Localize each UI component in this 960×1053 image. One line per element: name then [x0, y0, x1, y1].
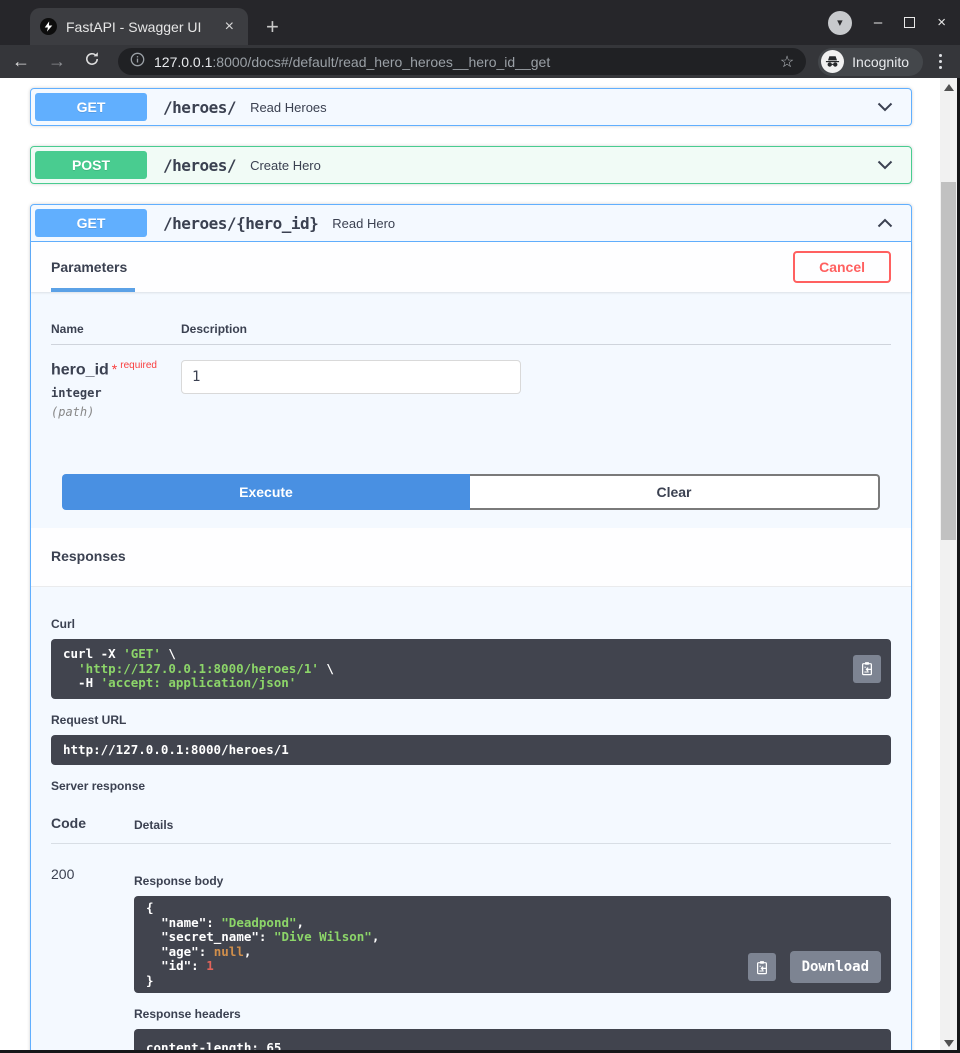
response-body-label: Response body	[134, 874, 224, 889]
parameters-table: Name Description hero_id * required intege…	[31, 292, 911, 528]
active-tab-underline	[51, 288, 135, 292]
responses-body: Curl curl -X 'GET' \ 'http://127.0.0.1:8…	[31, 587, 911, 1053]
endpoint-summary: Read Heroes	[250, 99, 327, 115]
incognito-badge: Incognito	[818, 47, 923, 76]
window-controls: ▾ – ×	[827, 0, 946, 45]
required-star: *	[111, 361, 118, 378]
response-headers-label: Response headers	[134, 1007, 241, 1022]
param-name-cell: hero_id * required integer (path)	[51, 345, 181, 419]
param-value-cell	[181, 345, 891, 419]
request-url-block: http://127.0.0.1:8000/heroes/1	[51, 734, 891, 766]
swagger-page: GET /heroes/ Read Heroes POST /heroes/ C…	[0, 78, 940, 1053]
browser-tab[interactable]: FastAPI - Swagger UI ×	[30, 8, 248, 45]
fastapi-favicon-icon	[40, 18, 57, 35]
execute-row: Execute Clear	[62, 474, 880, 511]
opblock-get-hero-by-id: GET /heroes/{hero_id} Read Hero Paramete…	[30, 204, 912, 1053]
scrollbar-down-arrow-icon[interactable]	[944, 1040, 954, 1047]
chevron-down-icon[interactable]	[877, 160, 893, 170]
page-scrollbar[interactable]	[940, 78, 957, 1053]
tab-parameters[interactable]: Parameters	[51, 259, 127, 275]
tab-close-icon[interactable]: ×	[221, 18, 238, 36]
url-path: :8000/docs#/default/read_hero_heroes__he…	[212, 53, 551, 70]
required-label: required	[120, 360, 157, 371]
copy-to-clipboard-button[interactable]	[853, 654, 881, 683]
chevron-up-icon[interactable]	[877, 218, 893, 228]
method-badge-post: POST	[35, 151, 147, 179]
param-location: (path)	[51, 405, 95, 420]
address-bar[interactable]: 127.0.0.1:8000/docs#/default/read_hero_h…	[118, 48, 807, 75]
parameters-section-header: Parameters Cancel	[31, 242, 911, 292]
copy-response-button[interactable]	[747, 953, 776, 982]
server-response-table: Code Details 200 Response body { "name":…	[51, 815, 891, 1053]
download-button[interactable]: Download	[789, 951, 881, 984]
close-window-button[interactable]: ×	[937, 14, 946, 31]
endpoint-summary: Read Hero	[332, 215, 396, 231]
incognito-icon	[821, 50, 845, 73]
endpoint-path: /heroes/{hero_id}	[163, 213, 319, 233]
param-name: hero_id	[51, 361, 109, 379]
opblock-summary-get-heroes[interactable]: GET /heroes/ Read Heroes	[31, 89, 911, 125]
responses-section-header: Responses	[31, 528, 911, 588]
back-button[interactable]: ←	[12, 51, 30, 72]
opblock-summary-get-hero-by-id[interactable]: GET /heroes/{hero_id} Read Hero	[31, 205, 911, 242]
minimize-button[interactable]: –	[874, 14, 882, 31]
browser-toolbar: ← → 127.0.0.1:8000/docs#/default/read_he…	[0, 45, 960, 78]
opblock-get-heroes: GET /heroes/ Read Heroes	[30, 88, 912, 126]
response-details-cell: Response body { "name": "Deadpond", "sec…	[134, 844, 891, 1053]
responses-title: Responses	[51, 548, 126, 565]
code-column-header: Code	[51, 815, 86, 832]
url-text[interactable]: 127.0.0.1:8000/docs#/default/read_hero_h…	[154, 54, 772, 70]
browser-menu-button[interactable]	[933, 54, 948, 69]
new-tab-button[interactable]: +	[266, 8, 279, 45]
endpoint-summary: Create Hero	[250, 157, 321, 173]
tab-title: FastAPI - Swagger UI	[66, 18, 202, 35]
reload-button[interactable]	[84, 51, 100, 72]
tab-search-icon[interactable]: ▾	[827, 10, 852, 35]
url-host: 127.0.0.1	[154, 53, 213, 70]
endpoint-path: /heroes/	[163, 97, 237, 117]
scrollbar-thumb[interactable]	[941, 182, 956, 540]
incognito-label: Incognito	[852, 53, 909, 70]
hero-id-input[interactable]	[181, 360, 521, 394]
execute-button[interactable]: Execute	[62, 474, 470, 511]
status-code: 200	[51, 866, 75, 883]
browser-window: FastAPI - Swagger UI × + ▾ – × ← → 127.0…	[0, 0, 960, 1053]
request-url-label: Request URL	[51, 712, 127, 727]
scrollbar-up-arrow-icon[interactable]	[944, 84, 954, 91]
curl-command-block: curl -X 'GET' \ 'http://127.0.0.1:8000/h…	[51, 639, 891, 699]
method-badge-get: GET	[35, 209, 147, 237]
method-badge-get: GET	[35, 93, 147, 121]
param-type: integer	[51, 386, 102, 401]
forward-button[interactable]: →	[48, 51, 66, 72]
response-body-block: { "name": "Deadpond", "secret_name": "Di…	[134, 896, 891, 994]
chevron-down-icon[interactable]	[877, 102, 893, 112]
cancel-button[interactable]: Cancel	[793, 251, 891, 283]
request-url-value: http://127.0.0.1:8000/heroes/1	[63, 741, 289, 757]
column-header-description: Description	[181, 322, 891, 345]
site-info-icon[interactable]	[130, 52, 145, 72]
maximize-button[interactable]	[904, 17, 916, 28]
bookmark-star-icon[interactable]: ☆	[780, 52, 794, 72]
browser-titlebar: FastAPI - Swagger UI × + ▾ – ×	[0, 0, 960, 45]
opblock-post-heroes: POST /heroes/ Create Hero	[30, 146, 912, 184]
column-header-name: Name	[51, 322, 181, 345]
details-column-header: Details	[134, 818, 174, 833]
opblock-summary-post-heroes[interactable]: POST /heroes/ Create Hero	[31, 147, 911, 183]
endpoint-path: /heroes/	[163, 155, 237, 175]
curl-label: Curl	[51, 617, 75, 632]
server-response-label: Server response	[51, 779, 146, 794]
clear-button[interactable]: Clear	[470, 474, 880, 511]
